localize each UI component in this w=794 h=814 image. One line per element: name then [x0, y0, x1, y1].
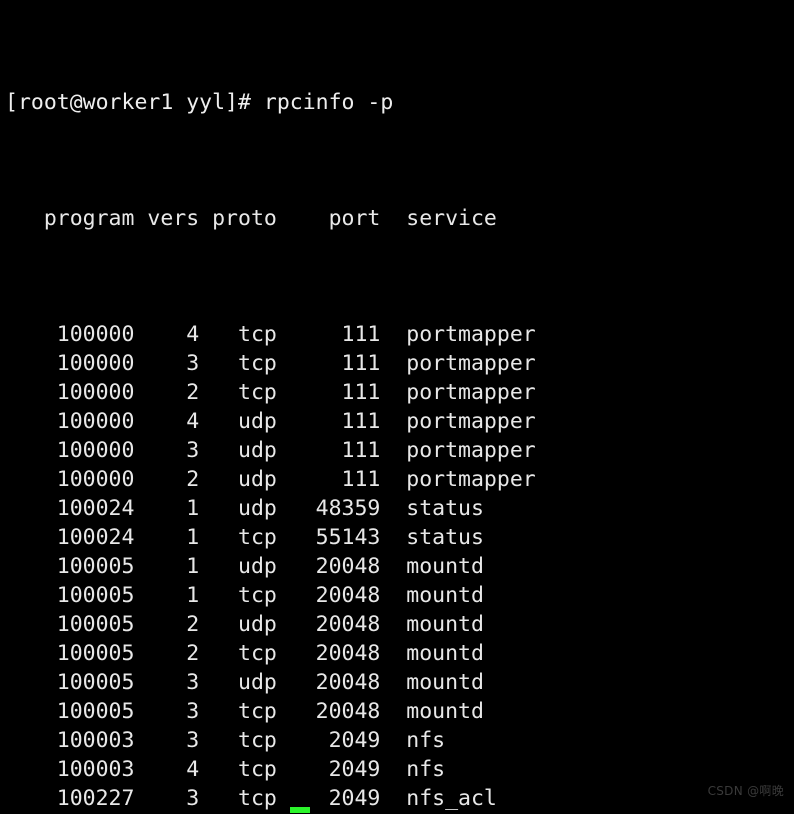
table-row: 100005 3 tcp 20048 mountd [5, 699, 536, 724]
table-row: 100000 3 udp 111 portmapper [5, 438, 536, 463]
shell-prompt-line: [root@worker1 yyl]# rpcinfo -p [5, 90, 394, 115]
table-row: 100000 3 tcp 111 portmapper [5, 351, 536, 376]
table-row: 100024 1 udp 48359 status [5, 496, 536, 521]
table-row: 100005 2 udp 20048 mountd [5, 612, 536, 637]
terminal-window[interactable]: [root@worker1 yyl]# rpcinfo -p program v… [0, 0, 794, 814]
table-row: 100024 1 tcp 55143 status [5, 525, 536, 550]
table-row: 100000 2 tcp 111 portmapper [5, 380, 536, 405]
table-header-row: program vers proto port service [5, 206, 497, 231]
table-row: 100005 1 udp 20048 mountd [5, 554, 536, 579]
table-row: 100227 3 tcp 2049 nfs_acl [5, 786, 536, 811]
rpcinfo-table-body: 100000 4 tcp 111 portmapper 100000 3 tcp… [5, 320, 536, 814]
csdn-watermark: CSDN @啊晚 [707, 784, 784, 798]
terminal-output: [root@worker1 yyl]# rpcinfo -p program v… [5, 1, 536, 814]
table-row: 100005 3 udp 20048 mountd [5, 670, 536, 695]
table-row: 100000 4 tcp 111 portmapper [5, 322, 536, 347]
table-row: 100003 4 tcp 2049 nfs [5, 757, 536, 782]
table-row: 100000 2 udp 111 portmapper [5, 467, 536, 492]
table-row: 100005 2 tcp 20048 mountd [5, 641, 536, 666]
table-row: 100000 4 udp 111 portmapper [5, 409, 536, 434]
terminal-cursor [290, 807, 310, 813]
table-row: 100003 3 tcp 2049 nfs [5, 728, 536, 753]
table-row: 100005 1 tcp 20048 mountd [5, 583, 536, 608]
